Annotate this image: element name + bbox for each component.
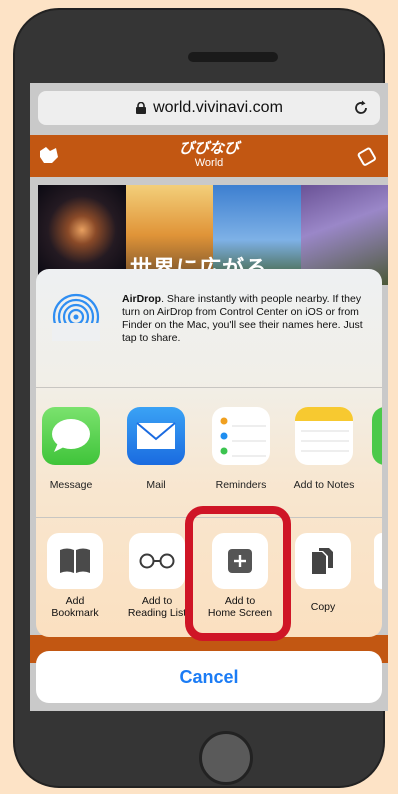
notes-icon: [295, 407, 353, 465]
app-notes[interactable]: Add to Notes: [284, 407, 364, 491]
airdrop-icon: [52, 293, 100, 341]
divider-1: [36, 387, 382, 388]
app-label-message: Message: [49, 479, 93, 491]
airdrop-section[interactable]: AirDrop. Share instantly with people nea…: [36, 269, 382, 387]
copy-icon: [295, 533, 351, 589]
phone-speaker: [188, 52, 278, 62]
book-icon: [47, 533, 103, 589]
more-icon: [374, 533, 382, 589]
apps-row: Message Mail Reminders Add to Notes: [36, 399, 382, 499]
mail-icon: [127, 407, 185, 465]
add-bookmark-button[interactable]: Add Bookmark: [36, 533, 116, 619]
airdrop-description: AirDrop. Share instantly with people nea…: [122, 293, 368, 345]
highlight-frame: [185, 506, 291, 641]
site-logo[interactable]: びびなび: [30, 135, 388, 157]
app-label-notes: Add to Notes: [293, 479, 355, 491]
mascot-icon[interactable]: [38, 145, 60, 165]
copy-button[interactable]: Copy: [282, 533, 364, 613]
copy-label: Copy: [310, 601, 336, 613]
glasses-icon: [129, 533, 185, 589]
more-action-partial[interactable]: [374, 533, 382, 589]
app-partial[interactable]: [372, 407, 382, 465]
reload-icon[interactable]: [352, 99, 370, 117]
app-label-reminders: Reminders: [215, 479, 267, 491]
app-label-mail: Mail: [146, 479, 166, 491]
site-header: びびなび World: [30, 135, 388, 177]
add-bookmark-label-1: Add: [65, 595, 85, 607]
url-text: world.vivinavi.com: [153, 99, 283, 116]
messages-icon: [372, 407, 382, 465]
home-button[interactable]: [199, 731, 253, 785]
add-bookmark-label-2: Bookmark: [51, 607, 99, 619]
messages-icon: [42, 407, 100, 465]
app-reminders[interactable]: Reminders: [201, 407, 281, 491]
app-mail[interactable]: Mail: [116, 407, 196, 491]
app-message[interactable]: Message: [36, 407, 111, 491]
site-logo-sub: World: [194, 157, 224, 169]
lock-icon: [136, 102, 147, 114]
cancel-button[interactable]: Cancel: [36, 651, 382, 703]
login-icon[interactable]: [356, 145, 378, 167]
address-bar[interactable]: world.vivinavi.com: [38, 91, 380, 125]
airdrop-title: AirDrop: [122, 293, 162, 305]
reminders-icon: [212, 407, 270, 465]
